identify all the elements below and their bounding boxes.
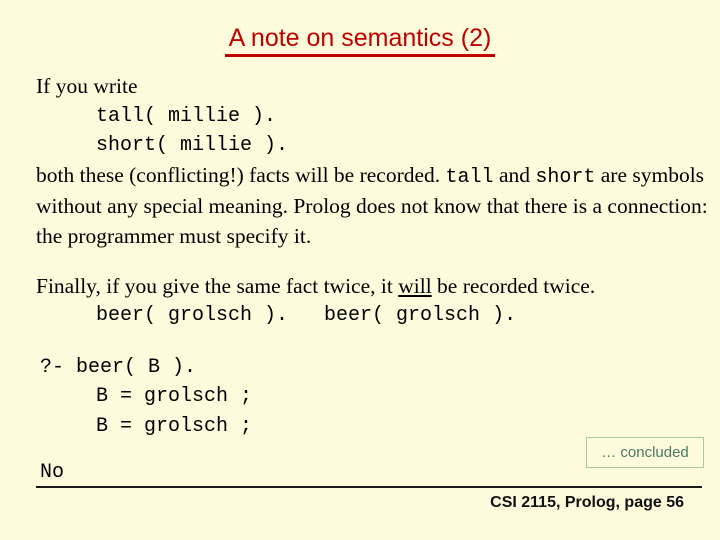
slide-body: If you write tall( millie ). short( mill… [36, 72, 708, 487]
page-title: A note on semantics (2) [224, 24, 496, 57]
concluded-badge: … concluded [586, 437, 704, 468]
duplicate-part-1: Finally, if you give the same fact twice… [36, 273, 399, 298]
intro-text: If you write [36, 74, 138, 98]
inline-code-tall: tall [445, 165, 494, 189]
slide: A note on semantics (2) If you write tal… [0, 0, 720, 540]
content-block-query: ?- beer( B ). B = grolsch ; B = grolsch … [36, 353, 708, 442]
inline-code-short: short [535, 165, 596, 189]
code-line-tall: tall( millie ). [96, 104, 277, 128]
emphasis-will: will [398, 273, 432, 298]
title-container: A note on semantics (2) [0, 24, 720, 57]
code-line-beer-facts: beer( grolsch ). beer( grolsch ). [96, 304, 517, 328]
code-line-short: short( millie ). [96, 134, 289, 158]
code-line-query: ?- beer( B ). [40, 355, 197, 379]
content-block-intro: If you write tall( millie ). short( mill… [36, 72, 708, 252]
explanation-part-2: and [493, 162, 536, 187]
concluded-badge-label: … concluded [601, 444, 689, 461]
code-line-answer-1: B = grolsch ; [96, 385, 253, 409]
content-block-duplicate-facts: Finally, if you give the same fact twice… [36, 272, 708, 331]
duplicate-part-2: be recorded twice. [431, 273, 596, 298]
explanation-paragraph: both these (conflicting!) facts will be … [36, 161, 708, 252]
explanation-part-1: both these (conflicting!) facts will be … [36, 162, 446, 187]
footer-label: CSI 2115, Prolog, page 56 [490, 494, 684, 511]
footer-divider [36, 486, 702, 488]
duplicate-fact-sentence: Finally, if you give the same fact twice… [36, 272, 708, 302]
